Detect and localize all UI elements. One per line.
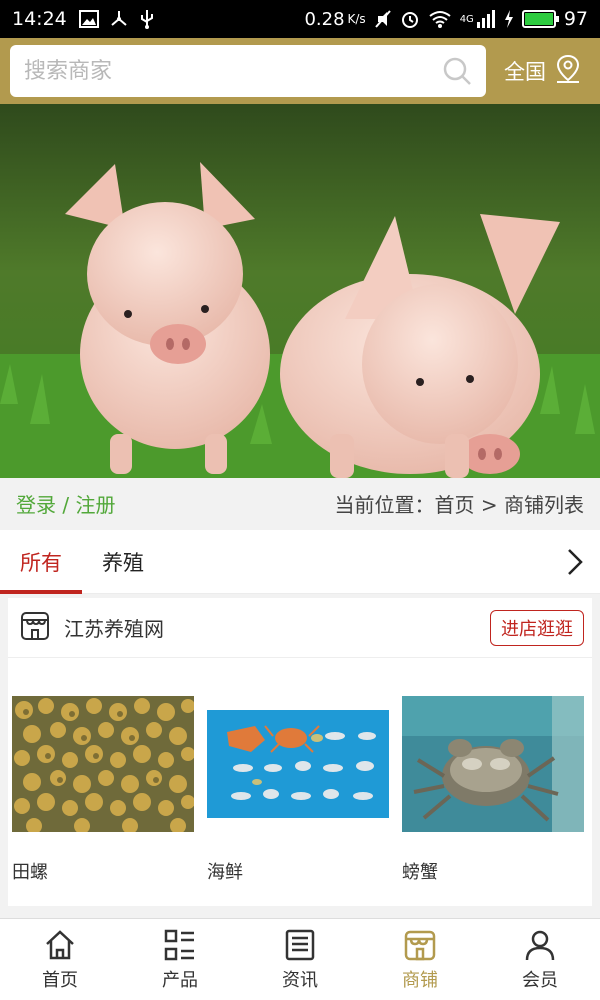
nav-news[interactable]: 资讯 bbox=[240, 919, 360, 1000]
image-icon bbox=[78, 9, 99, 29]
product-thumbnail-crab[interactable] bbox=[402, 696, 584, 832]
auth-links: 登录 / 注册 bbox=[16, 489, 115, 518]
nav-products[interactable]: 产品 bbox=[120, 919, 240, 1000]
product-item[interactable]: 螃蟹 bbox=[402, 696, 586, 884]
nav-home[interactable]: 首页 bbox=[0, 919, 120, 1000]
region-selector[interactable]: 全国 bbox=[504, 54, 590, 89]
shop-header: 江苏养殖网 进店逛逛 bbox=[8, 598, 592, 658]
auth-separator: / bbox=[56, 492, 76, 517]
share-icon bbox=[109, 9, 129, 29]
location-pin-icon bbox=[554, 54, 582, 89]
banner-image[interactable] bbox=[0, 104, 600, 478]
search-input[interactable] bbox=[24, 58, 442, 84]
tab-all[interactable]: 所有 bbox=[0, 530, 82, 594]
nav-label: 资讯 bbox=[282, 969, 318, 991]
wifi-icon bbox=[428, 9, 452, 29]
battery-icon bbox=[521, 10, 559, 28]
status-bar: 14:24 0.28 K/s 4G 97 bbox=[0, 0, 600, 38]
shop-card: 江苏养殖网 进店逛逛 田螺 海鲜 螃蟹 bbox=[8, 598, 592, 906]
product-thumbnail-seafood[interactable] bbox=[207, 696, 389, 832]
product-name: 海鲜 bbox=[207, 862, 243, 883]
product-item[interactable]: 田螺 bbox=[12, 696, 196, 884]
product-list: 田螺 海鲜 螃蟹 bbox=[8, 658, 592, 884]
product-thumbnail-snails[interactable] bbox=[12, 696, 194, 832]
nav-label: 会员 bbox=[522, 969, 558, 991]
mute-icon bbox=[374, 9, 392, 29]
product-name: 田螺 bbox=[12, 862, 48, 883]
chevron-right-icon[interactable] bbox=[550, 530, 600, 594]
cell-signal-icon: 4G bbox=[460, 9, 496, 29]
bottom-nav: 首页 产品 资讯 商铺 会员 bbox=[0, 918, 600, 1000]
user-icon bbox=[523, 928, 557, 962]
category-tabs: 所有 养殖 bbox=[0, 530, 600, 594]
shop-name[interactable]: 江苏养殖网 bbox=[64, 613, 164, 642]
product-name: 螃蟹 bbox=[402, 862, 438, 883]
charging-icon bbox=[504, 9, 514, 29]
visit-shop-button[interactable]: 进店逛逛 bbox=[490, 609, 584, 646]
tab-label: 所有 bbox=[20, 550, 62, 575]
region-label: 全国 bbox=[504, 60, 546, 84]
breadcrumb-bar: 登录 / 注册 当前位置：首页 > 商铺列表 bbox=[0, 478, 600, 528]
alarm-icon bbox=[400, 9, 420, 29]
storefront-icon bbox=[20, 611, 50, 645]
shop-icon bbox=[403, 928, 437, 962]
nav-label: 商铺 bbox=[402, 969, 438, 991]
breadcrumb-current: 商铺列表 bbox=[504, 492, 584, 517]
home-icon bbox=[43, 928, 77, 962]
search-box[interactable] bbox=[10, 45, 486, 97]
app-header: 全国 bbox=[0, 38, 600, 104]
product-item[interactable]: 海鲜 bbox=[207, 696, 391, 884]
news-icon bbox=[283, 928, 317, 962]
breadcrumb-arrow: > bbox=[474, 492, 504, 517]
tab-label: 养殖 bbox=[102, 550, 144, 575]
nav-label: 产品 bbox=[162, 969, 198, 991]
search-icon[interactable] bbox=[442, 56, 472, 86]
breadcrumb-prefix: 当前位置： bbox=[334, 492, 435, 517]
nav-label: 首页 bbox=[42, 969, 78, 991]
login-link[interactable]: 登录 bbox=[16, 493, 56, 517]
network-speed: 0.28 K/s bbox=[304, 8, 366, 30]
breadcrumb-home-link[interactable]: 首页 bbox=[435, 493, 475, 517]
register-link[interactable]: 注册 bbox=[75, 493, 115, 517]
nav-shops[interactable]: 商铺 bbox=[360, 919, 480, 1000]
list-icon bbox=[163, 928, 197, 962]
usb-icon bbox=[139, 9, 155, 29]
nav-member[interactable]: 会员 bbox=[480, 919, 600, 1000]
breadcrumb: 当前位置：首页 > 商铺列表 bbox=[335, 489, 584, 518]
clock: 14:24 bbox=[12, 8, 67, 30]
battery-level: 97 bbox=[563, 8, 588, 30]
tab-breeding[interactable]: 养殖 bbox=[82, 530, 164, 594]
